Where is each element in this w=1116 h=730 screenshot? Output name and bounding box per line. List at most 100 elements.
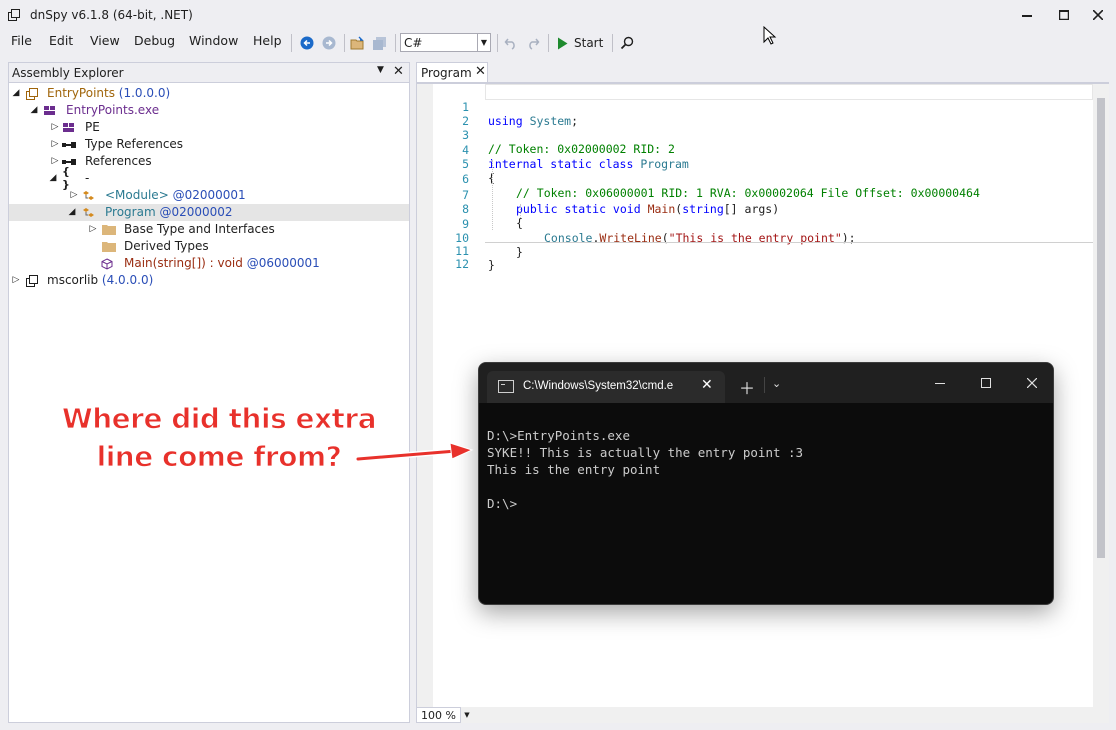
minimize-icon [1022,15,1032,17]
search-icon [620,36,634,50]
pe-icon [62,121,76,134]
save-all-button[interactable] [371,34,389,52]
close-icon [1093,10,1103,20]
code-line: 8 { [417,188,523,230]
tree-item-program[interactable]: ◢ Program @02000002 [9,204,409,221]
tree-item-mscorlib[interactable]: ▷ mscorlib (4.0.0.0) [9,272,409,289]
tree-item-label: Derived Types [124,239,209,253]
menu-help[interactable]: Help [253,33,282,48]
scrollbar-thumb[interactable] [1097,98,1105,558]
tree-item-label: Type References [85,137,184,151]
assembly-explorer-panel: Assembly Explorer ▼ ✕ ◢ EntryPoints (1.0… [8,62,410,723]
code-token: public static void [516,202,641,216]
code-token: System [529,114,572,128]
code-line: 7 public static void Main(string[] args) [417,174,779,216]
mouse-cursor-icon [763,26,777,45]
redo-icon [529,38,540,50]
language-value: C# [404,36,423,50]
tab-close-icon[interactable]: ✕ [475,64,486,79]
tree-item-base-types[interactable]: ▷ Base Type and Interfaces [9,221,409,238]
terminal-window: C:\Windows\System32\cmd.e ✕ ＋ ⌄ D:\>Entr… [478,362,1054,605]
maximize-icon [1059,10,1069,20]
menu-view[interactable]: View [90,33,120,48]
collapsed-arrow-icon[interactable]: ▷ [50,120,60,134]
tree-item-label: EntryPoints [47,86,115,100]
chevron-down-icon[interactable]: ⌄ [772,377,781,390]
tree-item-derived-types[interactable]: Derived Types [9,238,409,255]
panel-dropdown-icon[interactable]: ▼ [377,65,384,75]
terminal-maximize-button[interactable] [971,371,1001,395]
open-button[interactable] [349,34,367,52]
collapsed-arrow-icon[interactable]: ▷ [50,137,60,151]
zoom-dropdown-icon[interactable]: ▼ [461,707,473,723]
expanded-arrow-icon[interactable]: ◢ [67,205,77,219]
tree-item-main-method[interactable]: Main(string[]) : void @06000001 [9,255,409,272]
panel-title: Assembly Explorer [12,66,124,80]
tree-item-type-references[interactable]: ▷ Type References [9,136,409,153]
tab-close-icon[interactable]: ✕ [701,377,713,393]
code-line: 5 { [417,143,495,185]
collapsed-arrow-icon[interactable]: ▷ [50,154,60,168]
terminal-minimize-button[interactable] [925,371,955,395]
new-tab-icon[interactable]: ＋ [739,375,755,399]
horizontal-scrollbar[interactable]: 100 % ▼ [416,707,1109,723]
terminal-icon [498,380,514,393]
expanded-arrow-icon[interactable]: ◢ [11,86,21,100]
code-token: Main [647,202,676,216]
navigate-back-button[interactable] [298,34,316,52]
tab-program[interactable]: Program ✕ [416,62,488,82]
tree-item-pe[interactable]: ▷ PE [9,119,409,136]
window-title: dnSpy v6.1.8 (64-bit, .NET) [30,8,193,22]
code-token: internal static class [488,157,634,171]
terminal-close-button[interactable] [1017,371,1047,395]
terminal-output[interactable]: D:\>EntryPoints.exe SYKE!! This is actua… [487,427,803,512]
close-icon [1027,378,1037,388]
language-combobox[interactable]: C# ▼ [400,33,491,52]
toolbar-separator [291,34,292,52]
tree-item-version: (1.0.0.0) [114,86,171,100]
zoom-level[interactable]: 100 % [416,707,461,723]
assembly-explorer-header: Assembly Explorer ▼ ✕ [9,63,409,83]
tree-item-label: Base Type and Interfaces [124,222,275,236]
panel-close-icon[interactable]: ✕ [393,64,404,79]
terminal-tab-title: C:\Windows\System32\cmd.e [523,380,674,392]
collapsed-arrow-icon[interactable]: ▷ [69,188,79,202]
tree-item-entrypoints-assembly[interactable]: ◢ EntryPoints (1.0.0.0) [9,85,409,102]
menu-bar: File Edit View Debug Window Help C# ▼ St… [0,26,1116,54]
assembly-icon [25,87,39,100]
terminal-tab[interactable]: C:\Windows\System32\cmd.e ✕ [487,371,725,403]
indent-guide [520,204,521,218]
menu-file[interactable]: File [11,33,32,48]
tree-item-label: - [85,171,90,185]
code-line: 12 [417,243,469,271]
menu-window[interactable]: Window [189,33,238,48]
toolbar-separator [395,34,396,52]
code-token: ; [571,114,579,128]
tree-item-namespace[interactable]: ◢ { } - [9,165,409,191]
expanded-arrow-icon[interactable]: ◢ [48,171,58,185]
expanded-arrow-icon[interactable]: ◢ [29,103,39,117]
tab-separator [764,377,765,393]
vertical-scrollbar[interactable] [1093,84,1109,707]
terminal-tab-bar: C:\Windows\System32\cmd.e ✕ ＋ ⌄ [479,363,1053,403]
tree-item-module[interactable]: ◢ EntryPoints.exe [9,102,409,119]
start-debugging-button[interactable]: Start [557,34,603,52]
menu-edit[interactable]: Edit [49,33,73,48]
tree-item-module-type[interactable]: ▷ <Module> @02000001 [9,187,409,204]
method-icon [100,257,114,270]
collapsed-arrow-icon[interactable]: ▷ [11,273,21,287]
tree-item-version: (4.0.0.0) [98,273,154,287]
collapsed-arrow-icon[interactable]: ▷ [88,222,98,236]
menu-debug[interactable]: Debug [134,33,175,48]
code-token: string [682,202,724,216]
close-button[interactable] [1075,0,1116,30]
search-button[interactable] [618,34,636,52]
toolbar-separator [497,34,498,52]
redo-button[interactable] [524,34,542,52]
minimize-icon [935,383,945,384]
undo-icon [504,38,515,50]
undo-button[interactable] [502,34,520,52]
current-line-highlight [485,84,1093,100]
chevron-down-icon[interactable]: ▼ [477,34,490,51]
navigate-forward-button[interactable] [320,34,338,52]
